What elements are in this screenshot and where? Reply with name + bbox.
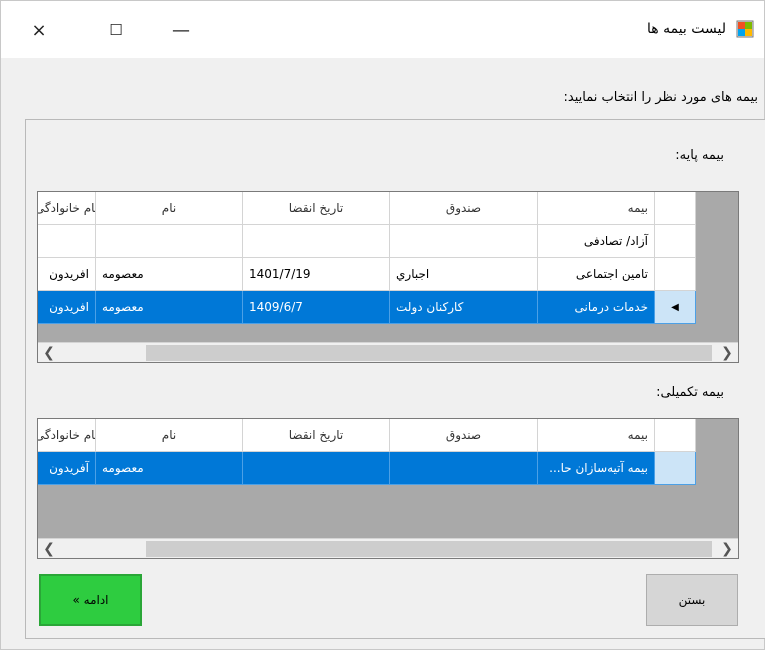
instruction-text: بیمه های مورد نظر را انتخاب نمایید: [563, 90, 759, 105]
column-header-expiry[interactable]: تاریخ انقضا [243, 419, 390, 452]
table-row[interactable]: تامین اجتماعی اجباري 1401/7/19 معصومه اف… [38, 258, 696, 291]
row-header-cell[interactable] [655, 258, 696, 291]
minimize-icon: — [172, 19, 190, 41]
row-header-cell[interactable] [655, 452, 696, 485]
cell-family[interactable]: افريدون [38, 258, 96, 291]
cell-insurance[interactable]: بیمه آتیه‌سازان حا... [538, 452, 655, 485]
cell-fund[interactable] [390, 452, 538, 485]
column-header-name[interactable]: نام [96, 192, 243, 225]
close-button[interactable]: بستن [646, 574, 738, 626]
cell-expiry[interactable] [243, 452, 390, 485]
column-header-fund[interactable]: صندوق [390, 192, 538, 225]
cell-expiry[interactable]: 1401/7/19 [243, 258, 390, 291]
current-row-arrow-icon: ◀ [671, 301, 679, 313]
base-insurance-label: بیمه پایه: [675, 148, 724, 163]
column-header-name[interactable]: نام [96, 419, 243, 452]
close-window-button[interactable]: × [19, 15, 59, 45]
column-header-family[interactable]: نام خانوادگی [38, 192, 96, 225]
scroll-right-icon[interactable]: ❯ [718, 344, 736, 362]
cell-family[interactable] [38, 225, 96, 258]
cell-name[interactable]: معصومه [96, 291, 243, 324]
cell-fund[interactable]: اجباري [390, 258, 538, 291]
column-header-family[interactable]: نام خانوادگی [38, 419, 96, 452]
grid-header-row: بیمه صندوق تاریخ انقضا نام نام خانوادگی [38, 192, 696, 225]
cell-expiry[interactable]: 1409/6/7 [243, 291, 390, 324]
scroll-right-icon[interactable]: ❯ [718, 540, 736, 558]
horizontal-scrollbar[interactable]: ❮ ❯ [38, 538, 738, 558]
cell-fund[interactable] [390, 225, 538, 258]
supplementary-insurance-grid[interactable]: بیمه صندوق تاریخ انقضا نام نام خانوادگی … [37, 418, 739, 559]
cell-insurance[interactable]: آزاد/ تصادفی [538, 225, 655, 258]
table-row[interactable]: آزاد/ تصادفی [38, 225, 696, 258]
supplementary-insurance-label: بیمه تکمیلی: [656, 385, 724, 400]
cell-name[interactable]: معصومه [96, 452, 243, 485]
title-bar: × ☐ — لیست بیمه ها [1, 1, 764, 58]
column-header-insurance[interactable]: بیمه [538, 192, 655, 225]
cell-name[interactable]: معصومه [96, 258, 243, 291]
row-header-cell [655, 419, 696, 452]
cell-family[interactable]: آفريدون [38, 452, 96, 485]
base-insurance-grid[interactable]: بیمه صندوق تاریخ انقضا نام نام خانوادگی … [37, 191, 739, 363]
table-row-selected[interactable]: بیمه آتیه‌سازان حا... معصومه آفريدون [38, 452, 696, 485]
column-header-fund[interactable]: صندوق [390, 419, 538, 452]
close-button-label: بستن [678, 593, 706, 607]
column-header-insurance[interactable]: بیمه [538, 419, 655, 452]
close-icon: × [31, 19, 47, 41]
maximize-icon: ☐ [109, 21, 123, 39]
scroll-left-icon[interactable]: ❮ [40, 344, 58, 362]
scroll-thumb[interactable] [146, 541, 712, 557]
cell-insurance[interactable]: تامین اجتماعی [538, 258, 655, 291]
column-header-expiry[interactable]: تاریخ انقضا [243, 192, 390, 225]
insurance-list-window: × ☐ — لیست بیمه ها بیمه های مورد نظر را … [0, 0, 765, 650]
cell-name[interactable] [96, 225, 243, 258]
continue-button[interactable]: ادامه » [39, 574, 142, 626]
cell-expiry[interactable] [243, 225, 390, 258]
row-header-cell [655, 192, 696, 225]
minimize-window-button[interactable]: — [161, 15, 201, 45]
scroll-thumb[interactable] [146, 345, 712, 361]
scroll-left-icon[interactable]: ❮ [40, 540, 58, 558]
row-header-cell[interactable]: ◀ [655, 291, 696, 324]
continue-button-label: ادامه » [72, 593, 109, 607]
window-title: لیست بیمه ها [647, 21, 726, 37]
cell-insurance[interactable]: خدمات درمانی [538, 291, 655, 324]
horizontal-scrollbar[interactable]: ❮ ❯ [38, 342, 738, 362]
maximize-window-button[interactable]: ☐ [96, 15, 136, 45]
cell-family[interactable]: افريدون [38, 291, 96, 324]
cell-fund[interactable]: کارکنان دولت [390, 291, 538, 324]
table-row-selected[interactable]: ◀ خدمات درمانی کارکنان دولت 1409/6/7 معص… [38, 291, 696, 324]
app-icon [736, 20, 754, 38]
grid-header-row: بیمه صندوق تاریخ انقضا نام نام خانوادگی [38, 419, 696, 452]
row-header-cell[interactable] [655, 225, 696, 258]
